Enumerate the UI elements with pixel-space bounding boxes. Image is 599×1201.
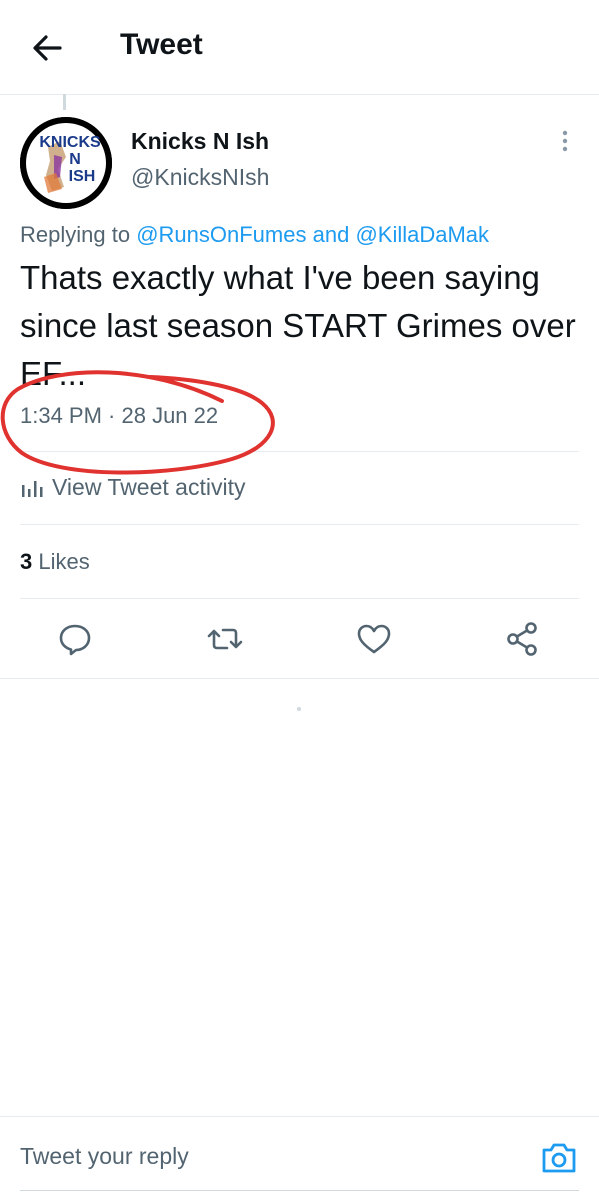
view-tweet-activity[interactable]: View Tweet activity: [20, 474, 245, 501]
reply-mention-1[interactable]: @RunsOnFumes: [136, 222, 306, 247]
retweet-icon: [207, 628, 243, 650]
reply-button[interactable]: [55, 619, 95, 659]
activity-label: View Tweet activity: [52, 474, 246, 500]
knicks-logo: KNICKS N ISH: [20, 117, 112, 209]
likes-number: 3: [20, 549, 33, 574]
replying-to: Replying to @RunsOnFumes and @KillaDaMak: [20, 222, 489, 248]
back-button[interactable]: [24, 26, 72, 70]
bar-chart-icon: [22, 480, 43, 497]
thread-connector: [63, 94, 66, 110]
logo-text-ish: ISH: [69, 168, 96, 185]
like-icon: [357, 624, 391, 654]
more-options-button[interactable]: [553, 126, 577, 156]
divider: [0, 678, 599, 679]
reply-and[interactable]: and: [313, 222, 350, 247]
camera-icon: [542, 1143, 576, 1173]
divider: [20, 598, 579, 599]
author-name[interactable]: Knicks N Ish: [131, 128, 269, 155]
likes-count[interactable]: 3 Likes: [20, 549, 90, 575]
likes-label: Likes: [38, 549, 90, 574]
retweet-button[interactable]: [205, 619, 245, 659]
replying-prefix: Replying to: [20, 222, 131, 247]
top-bar: Tweet: [0, 0, 599, 95]
divider: [20, 524, 579, 525]
avatar[interactable]: KNICKS N ISH: [20, 117, 112, 209]
camera-button[interactable]: [539, 1140, 579, 1176]
back-arrow-icon: [33, 35, 62, 61]
reply-input[interactable]: Tweet your reply: [20, 1143, 189, 1170]
reply-underline: [20, 1190, 579, 1191]
more-vertical-icon: [562, 130, 568, 152]
reply-mention-2[interactable]: @KillaDaMak: [355, 222, 489, 247]
logo-text-n: N: [69, 151, 81, 168]
share-button[interactable]: [503, 619, 543, 659]
share-icon: [507, 622, 537, 656]
loading-dot: [297, 707, 301, 711]
tweet-text: Thats exactly what I've been saying sinc…: [20, 259, 576, 392]
like-button[interactable]: [354, 619, 394, 659]
tweet-timestamp[interactable]: 1:34 PM · 28 Jun 22: [20, 403, 218, 429]
author-handle[interactable]: @KnicksNIsh: [131, 164, 269, 191]
page-title: Tweet: [120, 28, 203, 61]
logo-text-knicks: KNICKS: [39, 134, 101, 151]
reply-icon: [59, 624, 91, 656]
divider: [20, 451, 579, 452]
